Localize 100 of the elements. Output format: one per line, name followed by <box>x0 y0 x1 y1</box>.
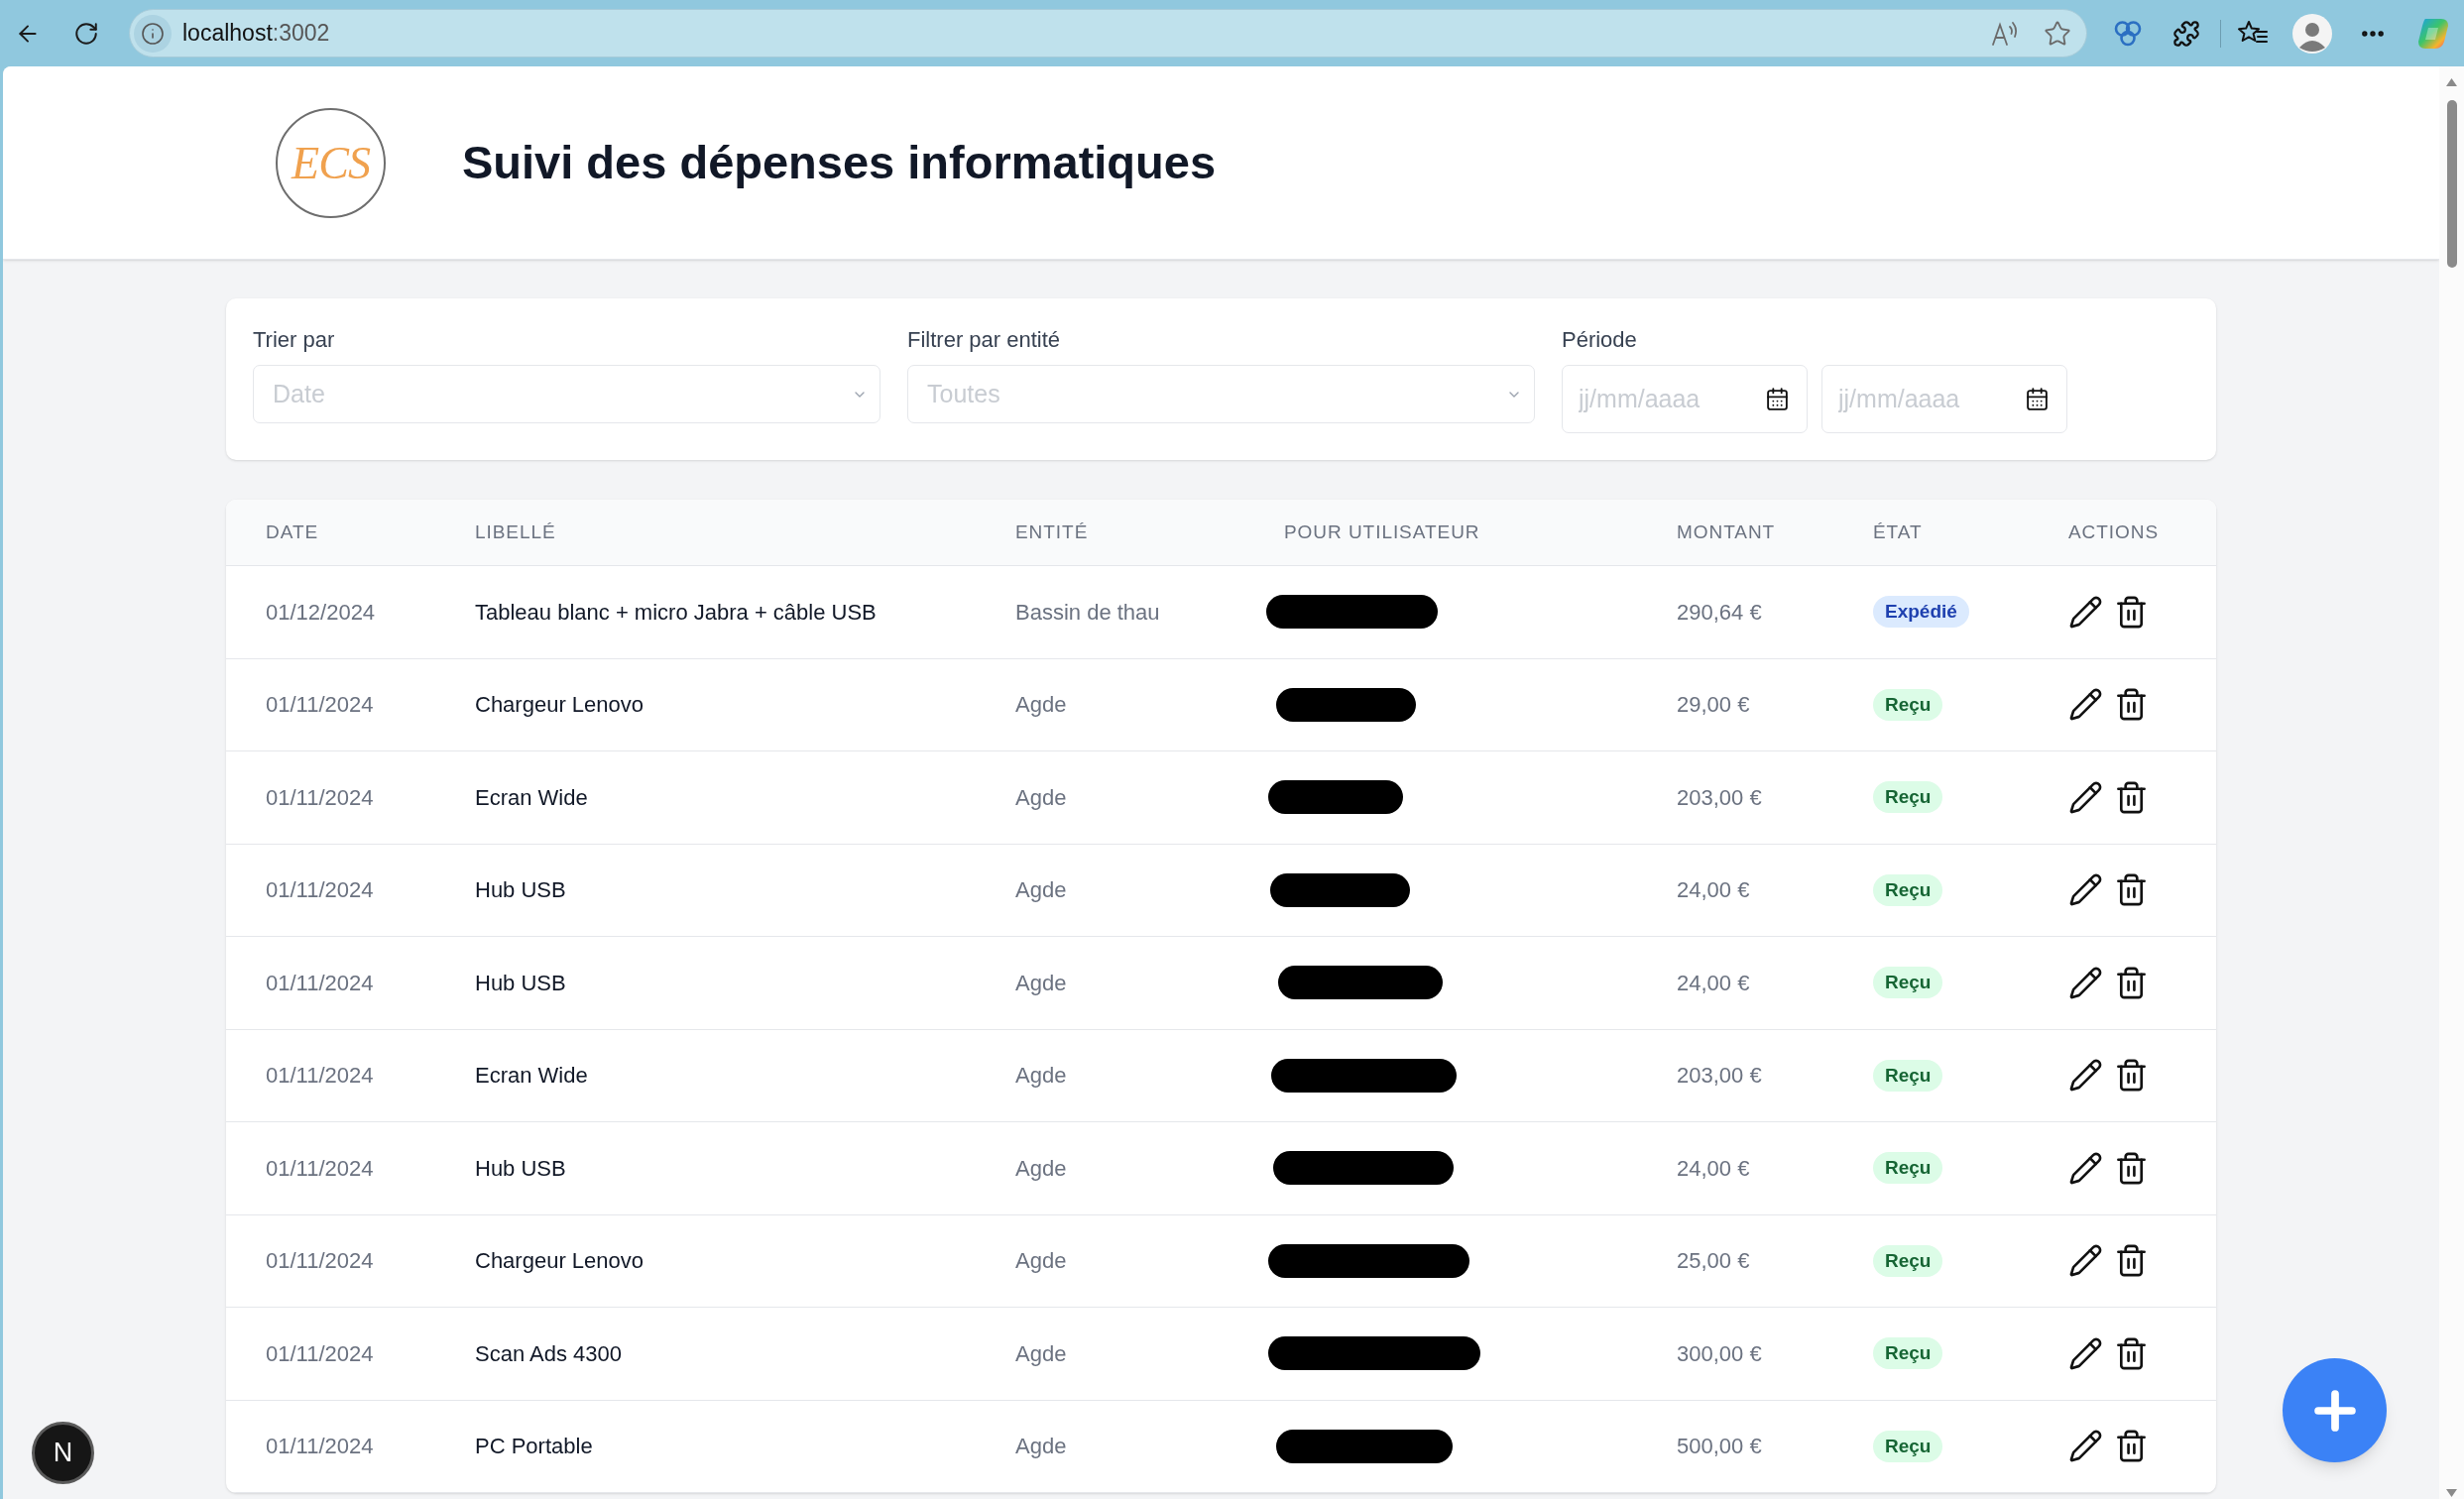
address-bar[interactable]: localhost:3002 <box>129 9 2087 58</box>
trash-icon <box>2114 779 2149 815</box>
description-cell: Chargeur Lenovo <box>475 692 644 718</box>
star-icon[interactable] <box>2044 19 2071 48</box>
puzzle-icon[interactable] <box>2172 19 2200 48</box>
trash-icon <box>2114 687 2149 723</box>
trash-icon <box>2114 1243 2149 1279</box>
pencil-icon <box>2068 594 2103 630</box>
amount-cell: 24,00 € <box>1677 877 1750 903</box>
scrollbar-thumb[interactable] <box>2446 100 2457 268</box>
delete-button[interactable] <box>2114 1150 2149 1186</box>
status-badge: Reçu <box>1873 1430 1943 1462</box>
info-icon[interactable] <box>134 14 172 53</box>
date-cell: 01/11/2024 <box>266 1248 374 1274</box>
amount-cell: 29,00 € <box>1677 692 1750 718</box>
trash-icon <box>2114 594 2149 630</box>
trash-icon <box>2114 872 2149 908</box>
column-header: DATE <box>266 520 319 542</box>
trash-icon <box>2114 1150 2149 1186</box>
status-badge: Reçu <box>1873 1059 1943 1092</box>
date-cell: 01/11/2024 <box>266 784 374 810</box>
pencil-icon <box>2068 1058 2103 1094</box>
column-header: ACTIONS <box>2068 520 2160 542</box>
dev-badge[interactable]: N <box>32 1422 94 1484</box>
entity-cell: Bassin de thau <box>1015 599 1160 625</box>
column-header: MONTANT <box>1677 520 1776 542</box>
description-cell: Hub USB <box>475 1155 566 1181</box>
status-badge: Reçu <box>1873 967 1943 999</box>
description-cell: Hub USB <box>475 877 566 903</box>
avatar-icon[interactable] <box>2292 13 2332 54</box>
delete-button[interactable] <box>2114 1335 2149 1371</box>
entity-cell: Agde <box>1015 1340 1067 1366</box>
page-title: Suivi des dépenses informatiques <box>462 134 1217 190</box>
pencil-icon <box>2068 1150 2103 1186</box>
edit-button[interactable] <box>2068 1058 2103 1094</box>
logo: ECS <box>276 107 386 218</box>
date-cell: 01/11/2024 <box>266 1063 374 1089</box>
edit-button[interactable] <box>2068 1429 2103 1464</box>
amount-cell: 203,00 € <box>1677 1063 1762 1089</box>
field-label: Trier par <box>253 326 336 354</box>
edit-button[interactable] <box>2068 872 2103 908</box>
delete-button[interactable] <box>2114 1243 2149 1279</box>
delete-button[interactable] <box>2114 687 2149 723</box>
scroll-down-arrow-icon[interactable] <box>2446 1489 2457 1497</box>
pencil-icon <box>2068 1335 2103 1371</box>
description-cell: PC Portable <box>475 1434 593 1459</box>
trash-icon <box>2114 965 2149 1000</box>
refresh-icon[interactable] <box>73 20 99 47</box>
description-cell: Ecran Wide <box>475 784 588 810</box>
calendar-icon[interactable] <box>2025 387 2050 411</box>
scroll-up-arrow-icon[interactable] <box>2446 78 2457 86</box>
column-header: POUR UTILISATEUR <box>1284 520 1480 542</box>
delete-button[interactable] <box>2114 1058 2149 1094</box>
amount-cell: 24,00 € <box>1677 970 1750 995</box>
description-cell: Ecran Wide <box>475 1063 588 1089</box>
trash-icon <box>2114 1335 2149 1371</box>
description-cell: Chargeur Lenovo <box>475 1248 644 1274</box>
trash-icon <box>2114 1429 2149 1464</box>
edit-button[interactable] <box>2068 779 2103 815</box>
pencil-icon <box>2068 1429 2103 1464</box>
edit-button[interactable] <box>2068 687 2103 723</box>
delete-button[interactable] <box>2114 872 2149 908</box>
delete-button[interactable] <box>2114 965 2149 1000</box>
entity-cell: Agde <box>1015 1155 1067 1181</box>
amount-cell: 300,00 € <box>1677 1340 1762 1366</box>
amount-cell: 203,00 € <box>1677 784 1762 810</box>
status-badge: Reçu <box>1873 1152 1943 1185</box>
date-cell: 01/11/2024 <box>266 1340 374 1366</box>
date-cell: 01/11/2024 <box>266 970 374 995</box>
date-cell: 01/11/2024 <box>266 1434 374 1459</box>
edit-button[interactable] <box>2068 965 2103 1000</box>
calendar-icon[interactable] <box>1765 387 1790 411</box>
entity-cell: Agde <box>1015 877 1067 903</box>
edit-button[interactable] <box>2068 1243 2103 1279</box>
entity-cell: Agde <box>1015 692 1067 718</box>
edit-button[interactable] <box>2068 1150 2103 1186</box>
edit-button[interactable] <box>2068 1335 2103 1371</box>
entity-cell: Agde <box>1015 1434 1067 1459</box>
edit-button[interactable] <box>2068 594 2103 630</box>
delete-button[interactable] <box>2114 1429 2149 1464</box>
date-cell: 01/11/2024 <box>266 877 374 903</box>
url-text: localhost:3002 <box>182 19 330 49</box>
date-cell: 01/11/2024 <box>266 692 374 718</box>
delete-button[interactable] <box>2114 779 2149 815</box>
status-badge: Expédié <box>1873 596 1969 629</box>
status-badge: Reçu <box>1873 688 1943 721</box>
status-badge: Reçu <box>1873 781 1943 814</box>
description-cell: Hub USB <box>475 970 566 995</box>
entity-cell: Agde <box>1015 784 1067 810</box>
field-label: Filtrer par entité <box>907 326 1062 354</box>
pencil-icon <box>2068 687 2103 723</box>
circles-icon[interactable] <box>2113 18 2143 49</box>
delete-button[interactable] <box>2114 594 2149 630</box>
column-header: ÉTAT <box>1873 520 1923 542</box>
entity-cell: Agde <box>1015 970 1067 995</box>
description-cell: Scan Ads 4300 <box>475 1340 622 1366</box>
trash-icon <box>2114 1058 2149 1094</box>
amount-cell: 25,00 € <box>1677 1248 1750 1274</box>
pencil-icon <box>2068 779 2103 815</box>
column-header: ENTITÉ <box>1015 520 1089 542</box>
